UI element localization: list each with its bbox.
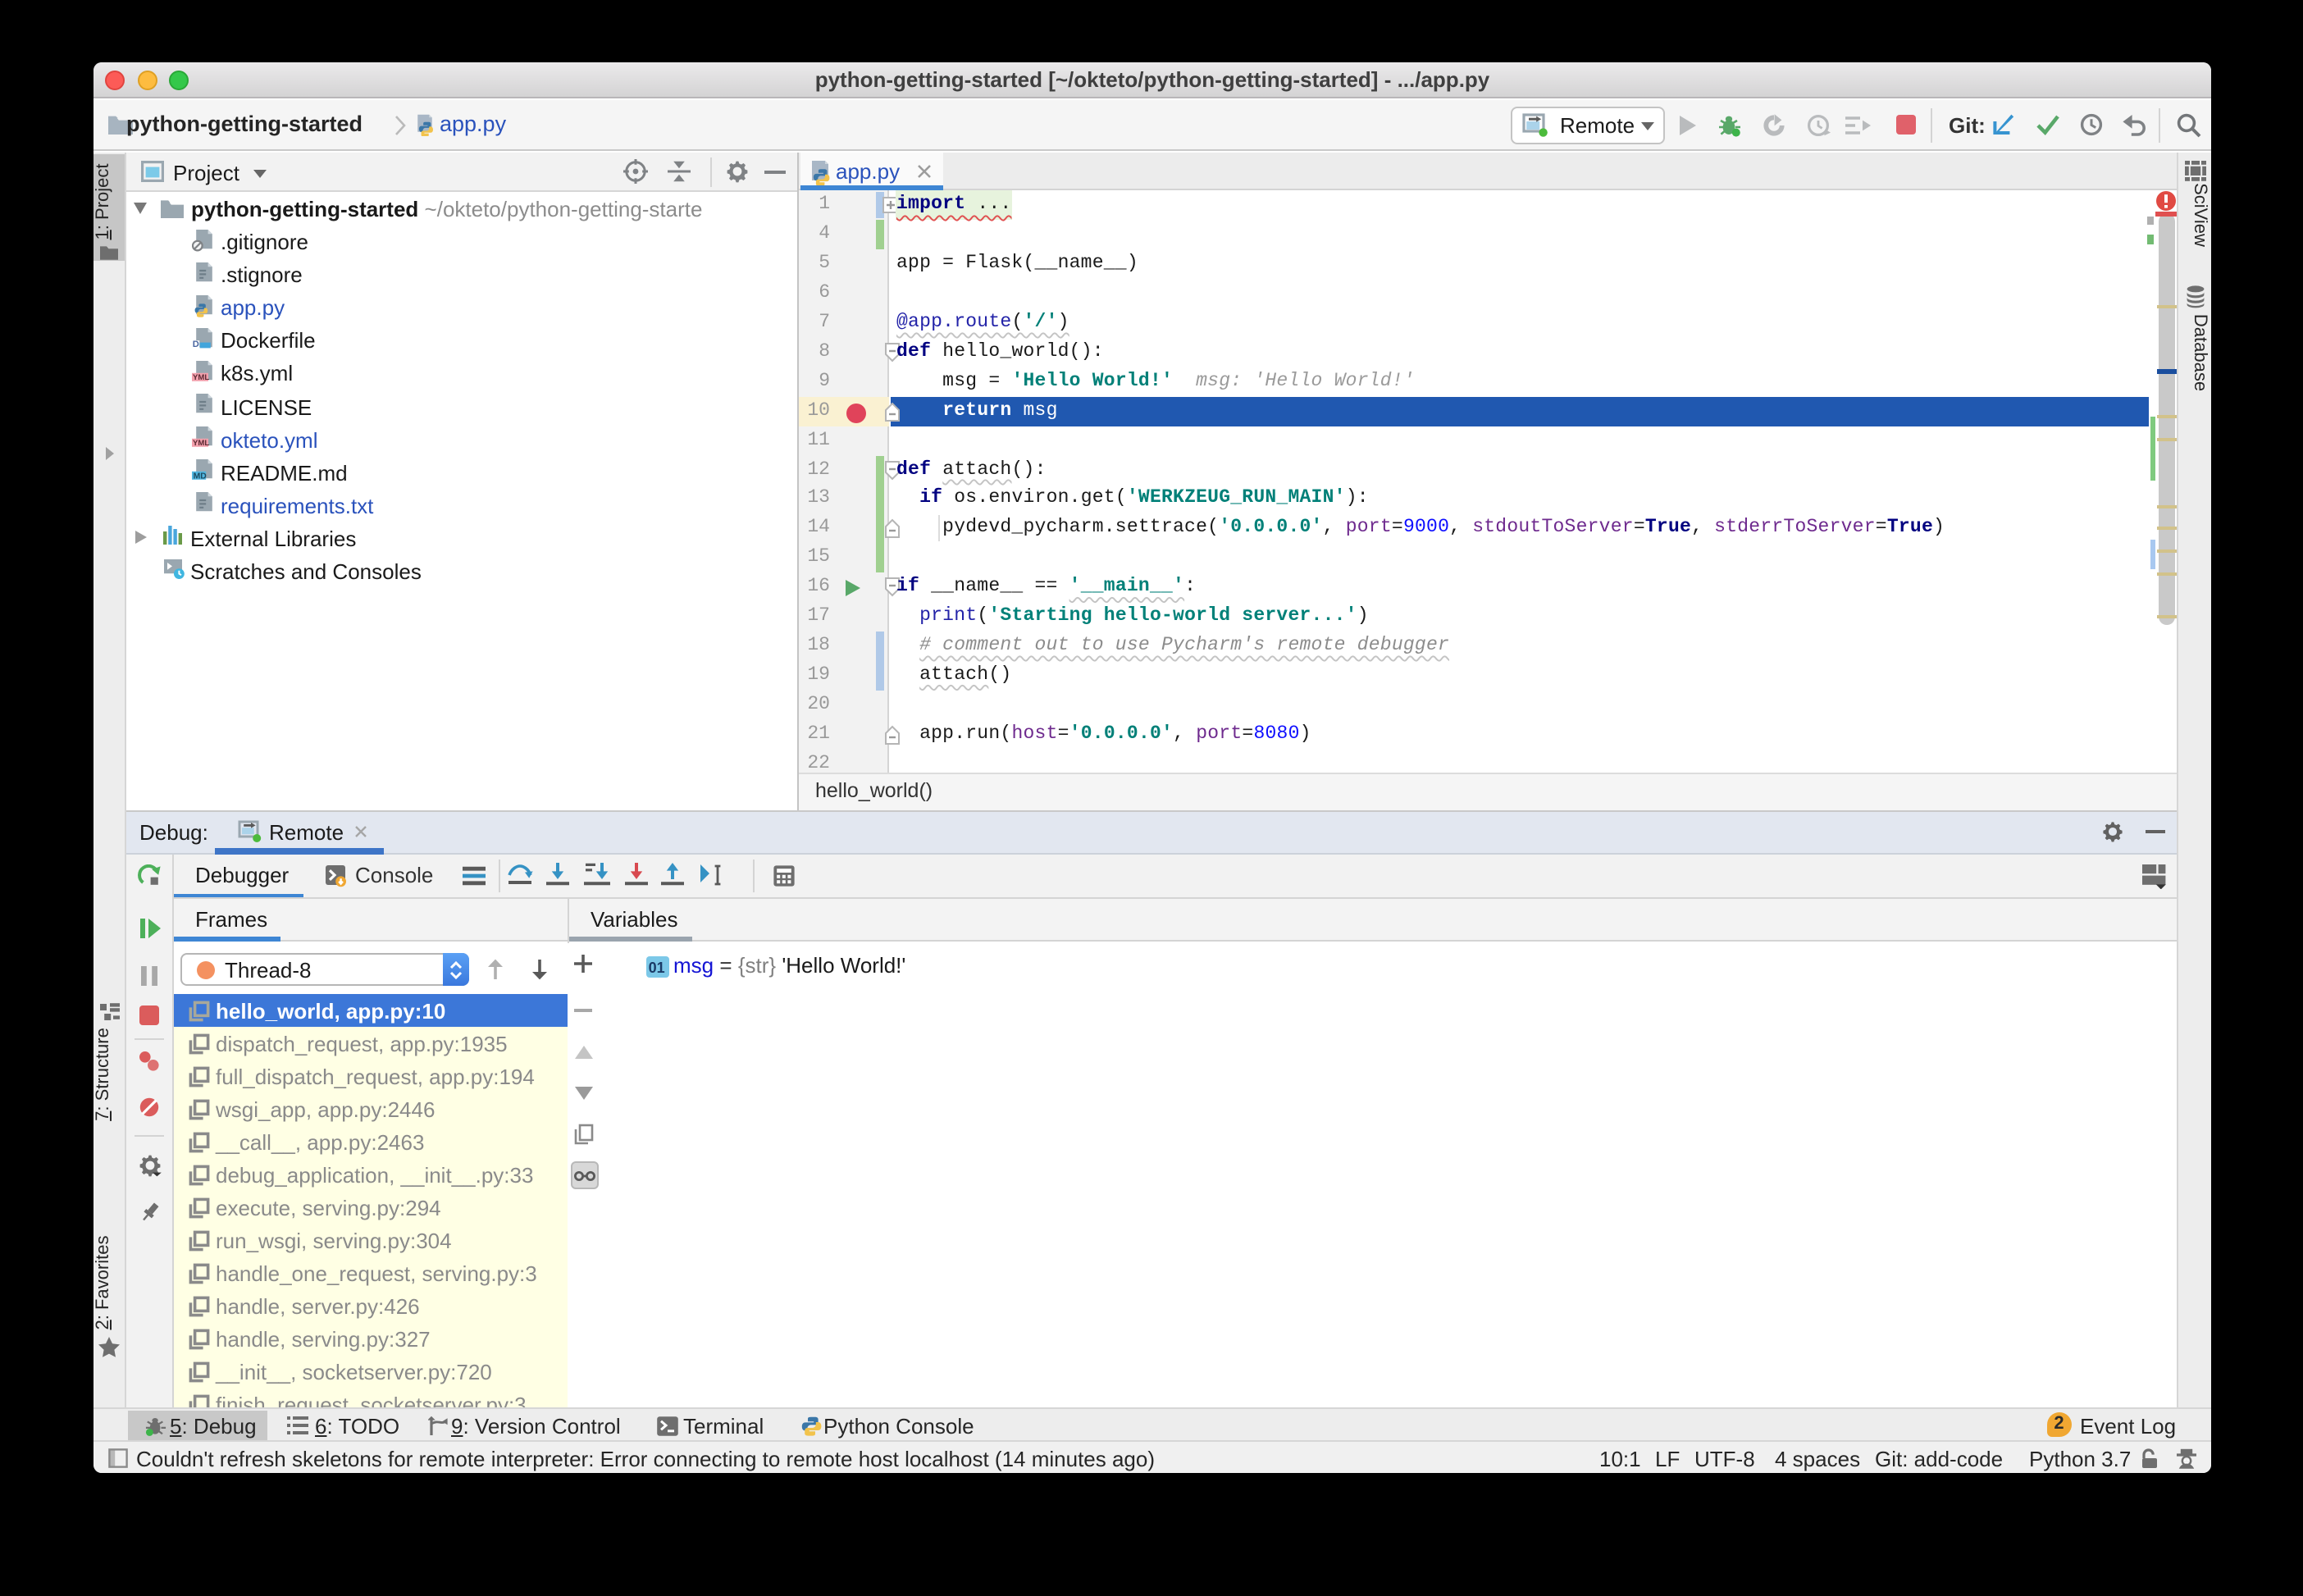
svg-text:YML: YML (193, 439, 209, 448)
svg-text:YML: YML (193, 373, 209, 382)
svg-text:D: D (193, 340, 199, 349)
svg-text:MD: MD (194, 472, 207, 481)
